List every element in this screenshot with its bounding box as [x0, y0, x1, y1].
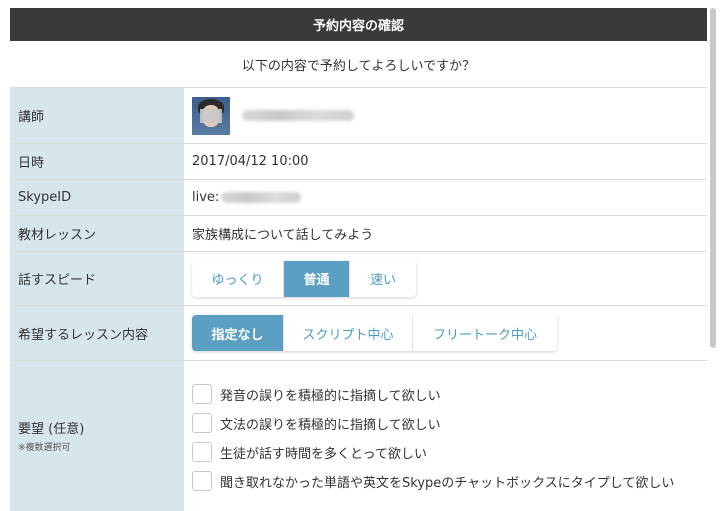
request-checkbox[interactable] [192, 384, 212, 405]
speed-option-fast[interactable]: 速い [350, 260, 416, 297]
speed-option-slow[interactable]: ゆっくり [192, 260, 284, 297]
requests-label: 要望 (任意) [18, 422, 85, 438]
request-item[interactable]: 文法の誤りを積極的に指摘して欲しい [192, 413, 699, 434]
row-teacher: 講師 [10, 87, 707, 144]
skype-id-redacted [221, 192, 302, 203]
skype-label: SkypeID [10, 179, 184, 216]
material-label: 教材レッスン [10, 215, 184, 252]
confirm-question: 以下の内容で予約してよろしいですか？ [241, 58, 476, 74]
content-option-free-talk[interactable]: フリートーク中心 [413, 315, 557, 351]
vertical-scrollbar[interactable] [710, 8, 716, 348]
reservation-confirm-panel: 予約内容の確認 以下の内容で予約してよろしいですか？ 講師 日時 2017/04… [10, 8, 707, 511]
speed-selector: ゆっくり 普通 速い [192, 260, 416, 297]
row-material: 教材レッスン 家族構成について話してみよう [10, 215, 707, 252]
teacher-avatar [192, 96, 230, 135]
content-option-none[interactable]: 指定なし [192, 315, 284, 351]
lesson-content-selector: 指定なし スクリプト中心 フリートーク中心 [192, 315, 557, 351]
request-item[interactable]: 聞き取れなかった単語や英文をSkypeのチャットボックスにタイプして欲しい [192, 471, 699, 492]
skype-value-prefix: live: [192, 190, 220, 205]
requests-sublabel: ※複数選択可 [18, 443, 71, 454]
row-datetime: 日時 2017/04/12 10:00 [10, 143, 707, 180]
datetime-value: 2017/04/12 10:00 [184, 143, 707, 180]
panel-header: 予約内容の確認 [10, 8, 707, 41]
row-lesson-content: 希望するレッスン内容 指定なし スクリプト中心 フリートーク中心 [10, 305, 707, 361]
datetime-label: 日時 [10, 143, 184, 180]
row-requests: 要望 (任意) ※複数選択可 発音の誤りを積極的に指摘して欲しい 文法の誤りを積… [10, 360, 707, 511]
request-item[interactable]: 生徒が話す時間を多くとって欲しい [192, 442, 699, 463]
panel-title: 予約内容の確認 [312, 19, 404, 34]
row-speed: 話すスピード ゆっくり 普通 速い [10, 251, 707, 306]
teacher-name-redacted [242, 110, 354, 121]
speed-label: 話すスピード [10, 251, 184, 306]
row-skype: SkypeID live: [10, 179, 707, 216]
request-checkbox[interactable] [192, 442, 212, 463]
request-checkbox[interactable] [192, 471, 212, 492]
lesson-content-label: 希望するレッスン内容 [10, 305, 184, 361]
teacher-label: 講師 [10, 87, 184, 144]
requests-list: 発音の誤りを積極的に指摘して欲しい 文法の誤りを積極的に指摘して欲しい 生徒が話… [192, 380, 699, 492]
speed-option-normal[interactable]: 普通 [284, 260, 350, 297]
request-item[interactable]: 発音の誤りを積極的に指摘して欲しい [192, 384, 699, 405]
content-option-script[interactable]: スクリプト中心 [284, 315, 413, 351]
request-checkbox[interactable] [192, 413, 212, 434]
reservation-details-table: 講師 日時 2017/04/12 10:00 SkypeID live: 教材レ… [10, 87, 707, 511]
material-value: 家族構成について話してみよう [184, 215, 707, 252]
